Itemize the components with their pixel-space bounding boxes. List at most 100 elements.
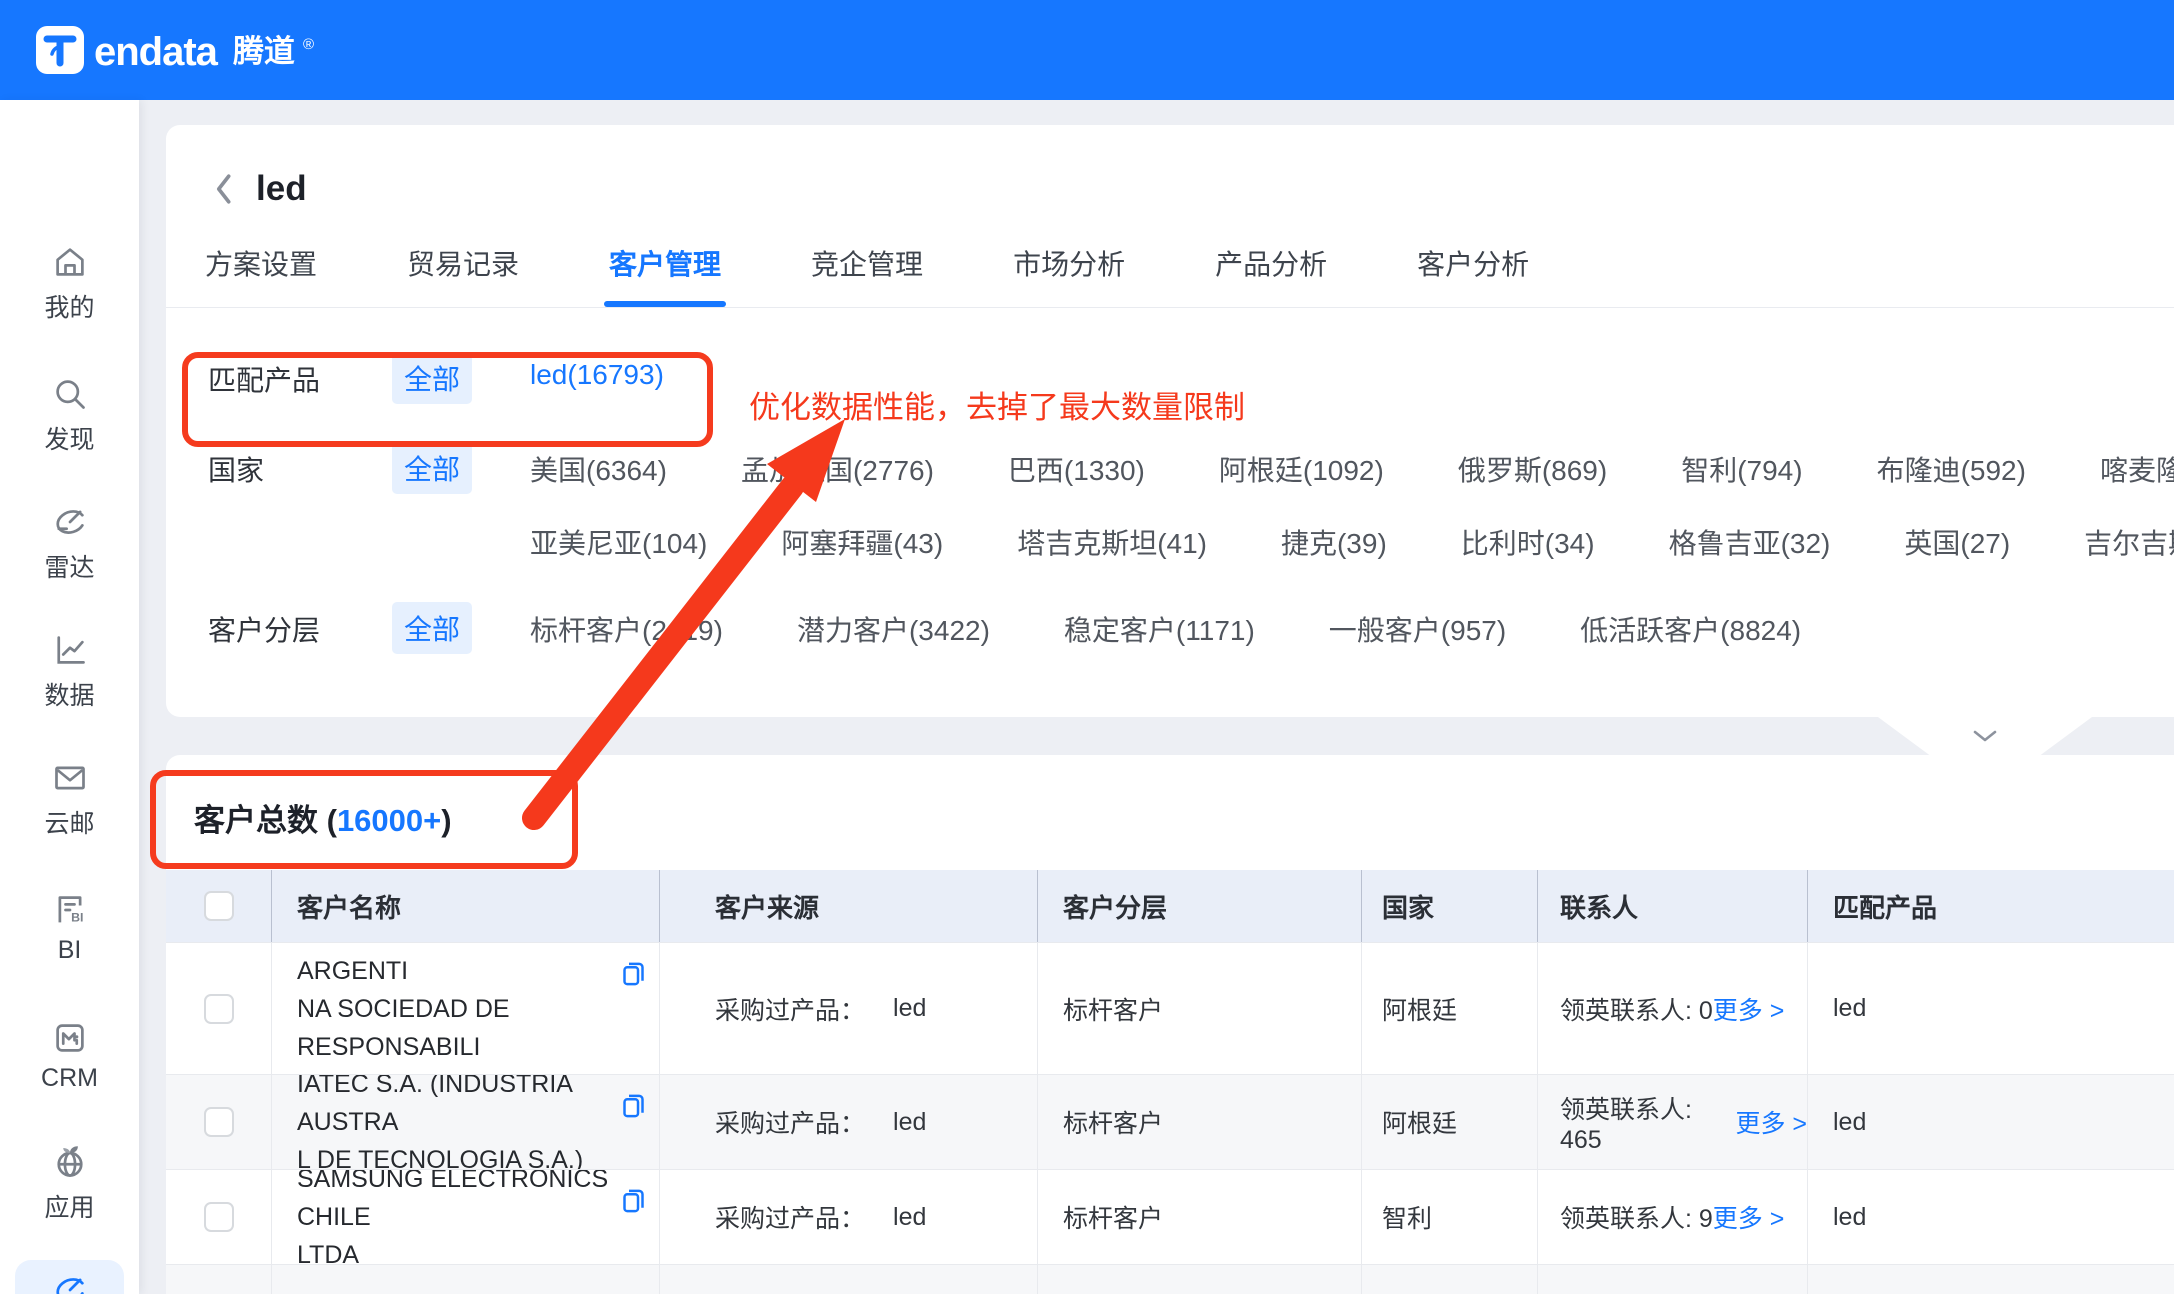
sidebar-item-data[interactable]: 数据 bbox=[15, 620, 124, 724]
copy-icon[interactable] bbox=[620, 1186, 647, 1223]
filter-item-tier[interactable]: 标杆客户(2419) bbox=[530, 609, 723, 649]
sidebar-item-crm[interactable]: CRM bbox=[15, 1004, 124, 1108]
col-header-name: 客户名称 bbox=[272, 870, 660, 942]
tab-trade-records[interactable]: 贸易记录 bbox=[407, 243, 519, 307]
sidebar-item-home[interactable]: 我的 bbox=[15, 232, 124, 336]
filter-item-country[interactable]: 巴西(1330) bbox=[1008, 449, 1145, 489]
sidebar-item-label: 云邮 bbox=[44, 804, 94, 840]
sidebar-item-apps[interactable]: 应用 bbox=[15, 1132, 124, 1236]
filter-item-country[interactable]: 阿塞拜疆(43) bbox=[781, 522, 943, 562]
logo-text-en: endata bbox=[94, 30, 217, 74]
sidebar-item-bi[interactable]: BI BI bbox=[15, 876, 124, 980]
tab-market-analysis[interactable]: 市场分析 bbox=[1013, 243, 1125, 307]
logo-registered-mark: ® bbox=[303, 37, 314, 52]
filter-item-country[interactable]: 美国(6364) bbox=[530, 449, 667, 489]
country-value: 阿根廷 bbox=[1362, 943, 1538, 1074]
filter-label: 国家 bbox=[208, 442, 392, 489]
collapse-filters-button[interactable] bbox=[1878, 717, 2092, 755]
tabs-bar: 方案设置 贸易记录 客户管理 竞企管理 市场分析 产品分析 客户分析 bbox=[166, 209, 2174, 308]
customer-total-label: 客户总数 ( bbox=[194, 803, 337, 838]
matched-product: led bbox=[1808, 943, 2174, 1074]
tab-product-analysis[interactable]: 产品分析 bbox=[1215, 243, 1327, 307]
filter-all-chip[interactable]: 全部 bbox=[392, 602, 472, 654]
table-row: GENERAL MOTORS DE ARGENTINA SOCIEDAD DE … bbox=[166, 942, 2174, 1074]
tab-plan-settings[interactable]: 方案设置 bbox=[205, 243, 317, 307]
back-button[interactable] bbox=[212, 172, 234, 206]
filter-item-country[interactable]: 智利(794) bbox=[1681, 449, 1802, 489]
filter-item-country[interactable]: 布隆迪(592) bbox=[1877, 449, 2026, 489]
source-product: led bbox=[893, 1108, 926, 1137]
col-header-contacts: 联系人 bbox=[1538, 870, 1808, 942]
row-checkbox[interactable] bbox=[204, 1202, 234, 1232]
insight-radar-icon bbox=[52, 1272, 88, 1294]
col-header-country: 国家 bbox=[1362, 870, 1538, 942]
app-root: endata 腾道 ® 我的 发现 雷达 数据 云邮 BI BI bbox=[0, 0, 2174, 1294]
topbar: endata 腾道 ® bbox=[0, 0, 2174, 100]
svg-text:BI: BI bbox=[71, 910, 83, 924]
col-header-tier: 客户分层 bbox=[1038, 870, 1362, 942]
matched-product: led bbox=[1808, 1075, 2174, 1169]
customer-total: 客户总数 (16000+) bbox=[166, 755, 2174, 840]
sidebar-item-mail[interactable]: 云邮 bbox=[15, 748, 124, 852]
customer-name: IATEC S.A. (INDUSTRIA AUSTRAL DE TECNOLO… bbox=[297, 1075, 615, 1169]
tab-customer-management[interactable]: 客户管理 bbox=[609, 243, 721, 307]
col-header-product: 匹配产品 bbox=[1808, 870, 2174, 942]
customer-table: 客户名称 客户来源 客户分层 国家 联系人 匹配产品 GENERAL MOTOR… bbox=[166, 870, 2174, 1294]
filter-item-product[interactable]: led(16793) bbox=[530, 359, 664, 391]
sidebar-item-label: 发现 bbox=[44, 420, 94, 456]
filter-item-country[interactable]: 阿根廷(1092) bbox=[1219, 449, 1384, 489]
filter-item-tier[interactable]: 潜力客户(3422) bbox=[797, 609, 990, 649]
sidebar-item-label: 雷达 bbox=[44, 548, 94, 584]
radar-icon bbox=[52, 504, 88, 540]
filter-item-country[interactable]: 塔吉克斯坦(41) bbox=[1017, 522, 1207, 562]
more-link[interactable]: 更多 > bbox=[1713, 1199, 1785, 1235]
mail-icon bbox=[52, 760, 88, 796]
copy-icon[interactable] bbox=[620, 959, 647, 996]
bi-doc-icon: BI bbox=[52, 892, 88, 928]
chart-icon bbox=[52, 632, 88, 668]
filter-item-country[interactable]: 亚美尼亚(104) bbox=[530, 522, 707, 562]
more-link[interactable]: 更多 > bbox=[1713, 991, 1785, 1027]
customer-list-panel: 客户总数 (16000+) 客户名称 客户来源 客户分层 国家 联系人 匹配产品… bbox=[166, 755, 2174, 1294]
more-link[interactable]: 更多 > bbox=[1735, 1104, 1807, 1140]
tendata-logo: endata 腾道 ® bbox=[36, 26, 314, 74]
filter-item-country[interactable]: 俄罗斯(869) bbox=[1458, 449, 1607, 489]
filter-all-chip[interactable]: 全部 bbox=[392, 442, 472, 494]
filter-item-tier[interactable]: 一般客户(957) bbox=[1329, 609, 1506, 649]
chevron-down-icon bbox=[1972, 729, 1998, 743]
contacts-count: 领英联系人: 465 bbox=[1560, 1090, 1735, 1155]
sidebar-item-radar[interactable]: 雷达 bbox=[15, 492, 124, 596]
table-row bbox=[166, 1264, 2174, 1294]
sidebar-item-insight[interactable]: 洞察 bbox=[15, 1260, 124, 1294]
row-checkbox[interactable] bbox=[204, 1107, 234, 1137]
filter-item-tier[interactable]: 低活跃客户(8824) bbox=[1580, 609, 1801, 649]
copy-icon[interactable] bbox=[620, 1091, 647, 1128]
filter-item-country[interactable]: 孟加拉国(2776) bbox=[741, 449, 934, 489]
filter-label: 客户分层 bbox=[208, 602, 392, 649]
select-all-checkbox[interactable] bbox=[204, 891, 234, 921]
sidebar-item-discover[interactable]: 发现 bbox=[15, 364, 124, 468]
filter-row-country: 国家 全部 美国(6364) 孟加拉国(2776) 巴西(1330) 阿根廷(1… bbox=[166, 442, 2174, 562]
filter-item-country[interactable]: 比利时(34) bbox=[1461, 522, 1595, 562]
apps-globe-icon bbox=[52, 1144, 88, 1180]
sidebar-item-label: 数据 bbox=[44, 676, 94, 712]
filter-all-chip[interactable]: 全部 bbox=[392, 352, 472, 404]
search-icon bbox=[52, 376, 88, 412]
source-product: led bbox=[893, 1203, 926, 1232]
filter-item-country[interactable]: 格鲁吉亚(32) bbox=[1669, 522, 1831, 562]
source-product: led bbox=[893, 994, 926, 1023]
filter-item-tier[interactable]: 稳定客户(1171) bbox=[1064, 609, 1255, 649]
filter-item-country[interactable]: 吉尔吉斯斯 bbox=[2084, 522, 2174, 562]
contacts-count: 领英联系人: 9 bbox=[1560, 1199, 1713, 1235]
tendata-logo-icon bbox=[36, 26, 84, 74]
country-value: 阿根廷 bbox=[1362, 1075, 1538, 1169]
filter-item-country[interactable]: 英国(27) bbox=[1904, 522, 2010, 562]
filter-item-country[interactable]: 喀麦隆(53 bbox=[2100, 449, 2174, 489]
tab-customer-analysis[interactable]: 客户分析 bbox=[1417, 243, 1529, 307]
row-checkbox[interactable] bbox=[204, 994, 234, 1024]
tab-competitor-management[interactable]: 竞企管理 bbox=[811, 243, 923, 307]
table-row: IATEC S.A. (INDUSTRIA AUSTRAL DE TECNOLO… bbox=[166, 1074, 2174, 1169]
filter-item-country[interactable]: 捷克(39) bbox=[1281, 522, 1387, 562]
tier-value: 标杆客户 bbox=[1038, 1075, 1362, 1169]
logo-text-cn: 腾道 bbox=[233, 30, 295, 74]
